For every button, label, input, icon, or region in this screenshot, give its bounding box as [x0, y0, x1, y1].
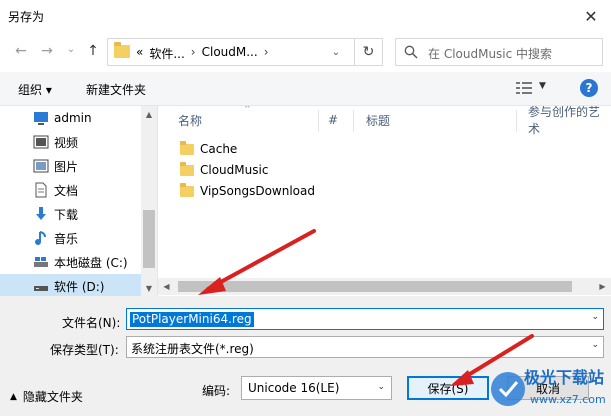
list-item[interactable]: CloudMusic: [180, 159, 268, 181]
sidebar-item-label: admin: [54, 111, 92, 125]
hide-folders-label: 隐藏文件夹: [22, 390, 83, 404]
hide-folders-toggle[interactable]: ▲ 隐藏文件夹: [10, 388, 83, 405]
folder-icon: [180, 182, 194, 197]
document-icon: [35, 182, 47, 198]
sidebar-item-label: 图片: [54, 159, 79, 174]
navigation-pane: admin 视频 图片 文档 下载 音乐 本地磁盘 (C:) 软件 (D:) ▲…: [0, 106, 158, 296]
command-toolbar: 组织 ▾ 新建文件夹 ▼ ?: [0, 72, 611, 106]
scroll-up-icon[interactable]: ▲: [141, 106, 157, 122]
search-box[interactable]: 在 CloudMusic 中搜索: [395, 38, 603, 66]
sidebar-item-documents[interactable]: 文档: [0, 178, 141, 202]
sidebar-item-admin[interactable]: admin: [0, 106, 141, 130]
watermark-url: www.xz7.com: [530, 393, 606, 406]
download-icon: [36, 207, 46, 220]
address-bar[interactable]: « 软件... › CloudM... › ⌄ ↻: [107, 38, 383, 66]
address-dropdown-icon[interactable]: ⌄: [328, 44, 344, 60]
sidebar-item-drive-c[interactable]: 本地磁盘 (C:): [0, 250, 141, 274]
file-name: CloudMusic: [200, 163, 269, 177]
column-divider[interactable]: [516, 110, 517, 132]
encoding-label: 编码:: [202, 384, 231, 398]
file-name: Cache: [200, 142, 238, 156]
chevron-up-icon: ▲: [10, 391, 17, 402]
music-icon: [35, 231, 46, 245]
scrollbar-thumb[interactable]: [178, 281, 572, 292]
sidebar-item-label: 文档: [54, 183, 79, 198]
filetype-value: 系统注册表文件(*.reg): [131, 342, 254, 356]
view-options-icon[interactable]: [516, 81, 532, 95]
breadcrumb-overflow[interactable]: «: [136, 45, 143, 62]
column-header-number[interactable]: #: [328, 106, 338, 134]
column-header-artists[interactable]: 参与创作的艺术: [528, 106, 611, 136]
list-item[interactable]: Cache: [180, 138, 237, 160]
filename-value: PotPlayerMini64.reg: [130, 312, 254, 327]
sidebar-item-label: 软件 (D:): [54, 279, 105, 294]
sidebar-item-label: 视频: [54, 135, 79, 150]
up-arrow-icon[interactable]: ↑: [82, 40, 104, 62]
scrollbar-thumb[interactable]: [143, 210, 155, 268]
file-list: 名称 ^ # 标题 参与创作的艺术 Cache CloudMusic VipSo…: [158, 106, 611, 296]
help-icon[interactable]: ?: [580, 79, 598, 97]
back-arrow-icon[interactable]: ←: [10, 40, 32, 62]
sort-ascending-icon: ^: [244, 106, 251, 113]
recent-locations-chevron-icon[interactable]: ⌄: [60, 38, 82, 60]
encoding-value: Unicode 16(LE): [248, 381, 340, 395]
sidebar-item-videos[interactable]: 视频: [0, 130, 141, 154]
scroll-down-icon[interactable]: ▼: [141, 280, 157, 296]
monitor-icon: [34, 112, 48, 125]
breadcrumb-separator[interactable]: ›: [191, 45, 196, 62]
sidebar-item-label: 音乐: [54, 231, 79, 246]
list-item[interactable]: VipSongsDownload: [180, 180, 315, 202]
refresh-icon[interactable]: ↻: [354, 39, 382, 65]
folder-icon: [114, 42, 130, 58]
chevron-down-icon[interactable]: ⌄: [591, 340, 599, 350]
file-name: VipSongsDownload: [200, 184, 315, 198]
sidebar-scrollbar[interactable]: ▲ ▼: [141, 106, 157, 296]
sidebar-item-music[interactable]: 音乐: [0, 226, 141, 250]
filename-label: 文件名(N):: [62, 316, 121, 330]
navigation-bar: ← → ⌄ ↑ « 软件... › CloudM... › ⌄ ↻ 在 Clou…: [0, 32, 611, 72]
breadcrumb-item-software[interactable]: 软件...: [149, 45, 184, 62]
column-divider[interactable]: [353, 110, 354, 132]
sidebar-item-pictures[interactable]: 图片: [0, 154, 141, 178]
drive-icon: [34, 257, 48, 267]
column-header-name[interactable]: 名称: [178, 106, 202, 134]
scroll-left-icon[interactable]: ◀: [158, 278, 175, 295]
sidebar-item-drive-d[interactable]: 软件 (D:): [0, 274, 141, 296]
search-placeholder: 在 CloudMusic 中搜索: [428, 47, 553, 61]
chevron-down-icon[interactable]: ⌄: [377, 382, 385, 392]
chevron-down-icon[interactable]: ⌄: [591, 312, 599, 322]
forward-arrow-icon[interactable]: →: [36, 40, 58, 62]
breadcrumb-separator[interactable]: ›: [264, 45, 269, 62]
new-folder-button[interactable]: 新建文件夹: [86, 81, 146, 98]
organize-button[interactable]: 组织 ▾: [18, 81, 52, 98]
video-icon: [33, 135, 49, 149]
picture-icon: [33, 159, 49, 173]
sidebar-item-label: 本地磁盘 (C:): [54, 255, 128, 270]
sidebar-item-label: 下载: [54, 207, 79, 222]
sidebar-item-downloads[interactable]: 下载: [0, 202, 141, 226]
filetype-select[interactable]: 系统注册表文件(*.reg) ⌄: [126, 336, 604, 358]
drive-icon: [34, 286, 48, 291]
view-dropdown-icon[interactable]: ▼: [539, 81, 546, 91]
folder-icon: [180, 140, 194, 155]
title-bar: 另存为 ✕: [0, 0, 611, 32]
breadcrumb: « 软件... › CloudM... ›: [136, 45, 269, 62]
breadcrumb-item-cloudmusic[interactable]: CloudM...: [202, 45, 258, 62]
watermark-text: 极光下载站: [524, 368, 605, 387]
window-title: 另存为: [8, 10, 45, 24]
file-list-horizontal-scrollbar[interactable]: ◀ ▶: [158, 278, 611, 295]
column-header-title[interactable]: 标题: [366, 106, 390, 134]
column-divider[interactable]: [318, 110, 319, 132]
search-icon: [404, 45, 418, 59]
encoding-select[interactable]: Unicode 16(LE) ⌄: [241, 376, 392, 400]
folder-icon: [180, 161, 194, 176]
filename-input[interactable]: PotPlayerMini64.reg ⌄: [126, 308, 604, 330]
filetype-label: 保存类型(T):: [50, 343, 119, 357]
close-icon[interactable]: ✕: [571, 0, 611, 32]
scroll-right-icon[interactable]: ▶: [594, 278, 611, 295]
